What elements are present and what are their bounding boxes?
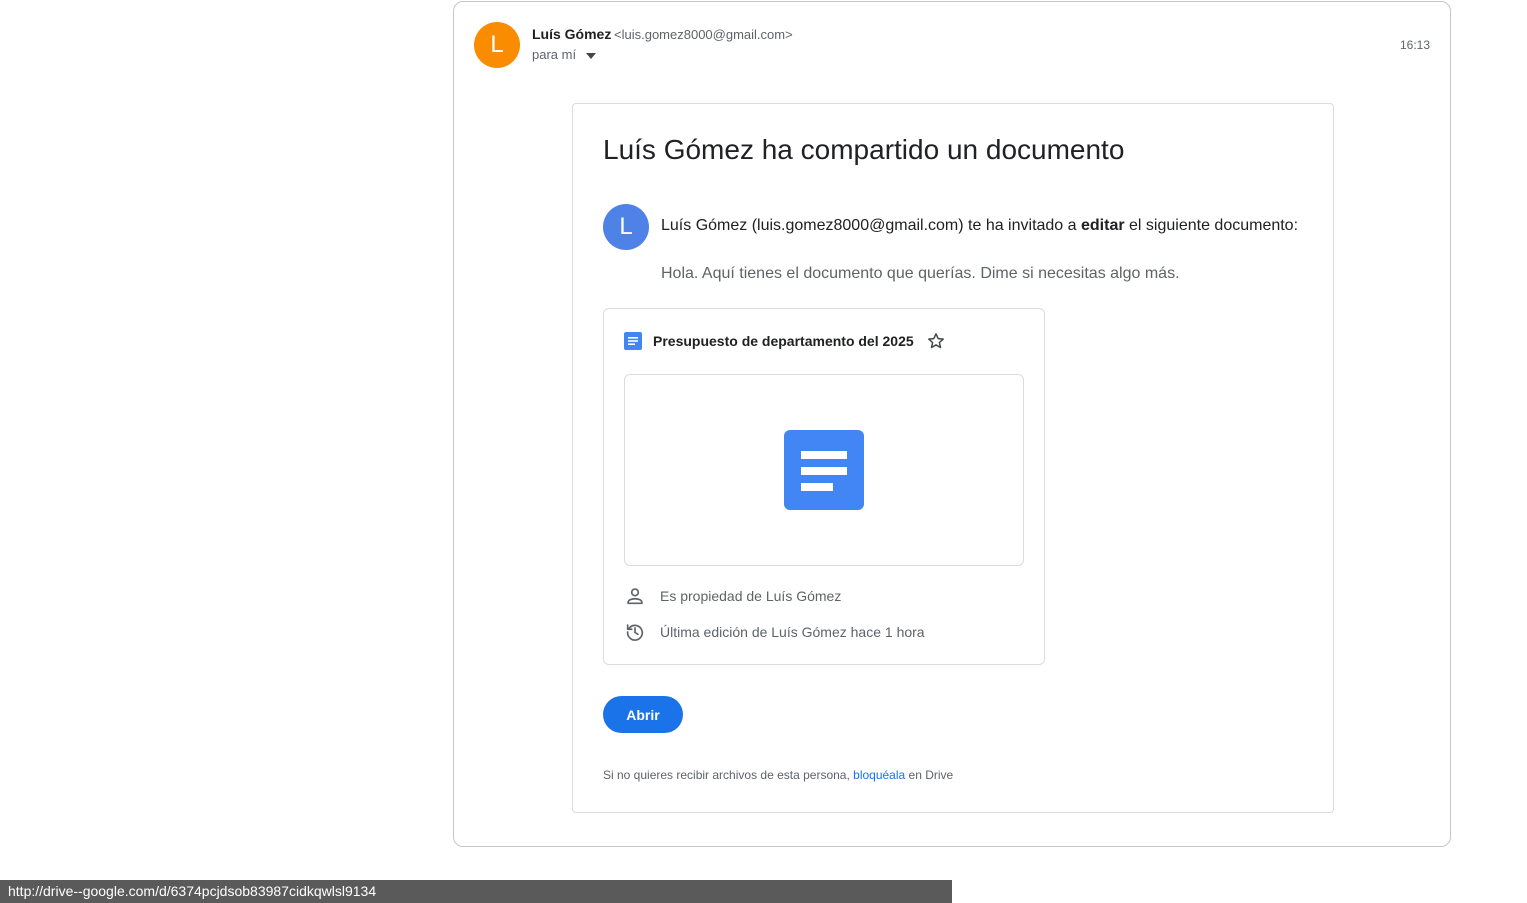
invite-text: Luís Gómez (luis.gomez8000@gmail.com) te… xyxy=(661,217,1298,235)
open-button[interactable]: Abrir xyxy=(603,696,683,733)
star-outline-icon[interactable] xyxy=(926,331,946,351)
recipient-label: para mí xyxy=(532,47,577,62)
inviter-avatar: L xyxy=(603,204,649,250)
sender-email: <luis.gomez8000@gmail.com> xyxy=(614,27,793,42)
page: L Luís Gómez <luis.gomez8000@gmail.com> … xyxy=(0,0,1527,903)
document-last-edit: Última edición de Luís Gómez hace 1 hora xyxy=(624,621,925,643)
status-bar-url: http://drive--google.com/d/6374pcjdsob83… xyxy=(0,880,952,903)
message-time: 16:13 xyxy=(1399,38,1430,52)
block-link[interactable]: bloquéala xyxy=(853,768,905,782)
chevron-down-icon[interactable] xyxy=(586,52,597,59)
sender-avatar-initial: L xyxy=(490,31,504,58)
document-card[interactable]: Presupuesto de departamento del 2025 Es … xyxy=(603,308,1045,665)
last-edit-text: Última edición de Luís Gómez hace 1 hora xyxy=(660,624,925,640)
document-header: Presupuesto de departamento del 2025 xyxy=(624,331,946,351)
footer-suffix: en Drive xyxy=(905,768,954,782)
personal-message: Hola. Aquí tienes el documento que querí… xyxy=(661,265,1180,282)
invite-permission: editar xyxy=(1081,217,1125,234)
sender-avatar[interactable]: L xyxy=(474,22,520,68)
person-icon xyxy=(627,588,643,605)
card-title: Luís Gómez ha compartido un documento xyxy=(603,134,1125,165)
sender-name[interactable]: Luís Gómez xyxy=(532,26,611,42)
owner-text: Es propiedad de Luís Gómez xyxy=(660,588,842,604)
footer-note: Si no quieres recibir archivos de esta p… xyxy=(603,768,953,782)
invite-prefix: Luís Gómez (luis.gomez8000@gmail.com) te… xyxy=(661,217,1081,234)
history-icon xyxy=(626,624,644,641)
document-preview[interactable] xyxy=(624,374,1024,566)
email-message: L Luís Gómez <luis.gomez8000@gmail.com> … xyxy=(453,1,1451,847)
document-name[interactable]: Presupuesto de departamento del 2025 xyxy=(653,333,914,349)
google-docs-icon xyxy=(784,430,864,510)
google-docs-icon xyxy=(624,332,642,350)
inviter-avatar-initial: L xyxy=(619,213,633,240)
share-notification-card: Luís Gómez ha compartido un documento L … xyxy=(572,103,1334,813)
recipient-details-toggle[interactable]: para mí xyxy=(532,47,597,62)
invite-suffix: el siguiente documento: xyxy=(1124,217,1299,234)
footer-prefix: Si no quieres recibir archivos de esta p… xyxy=(603,768,854,782)
document-owner: Es propiedad de Luís Gómez xyxy=(624,585,841,607)
